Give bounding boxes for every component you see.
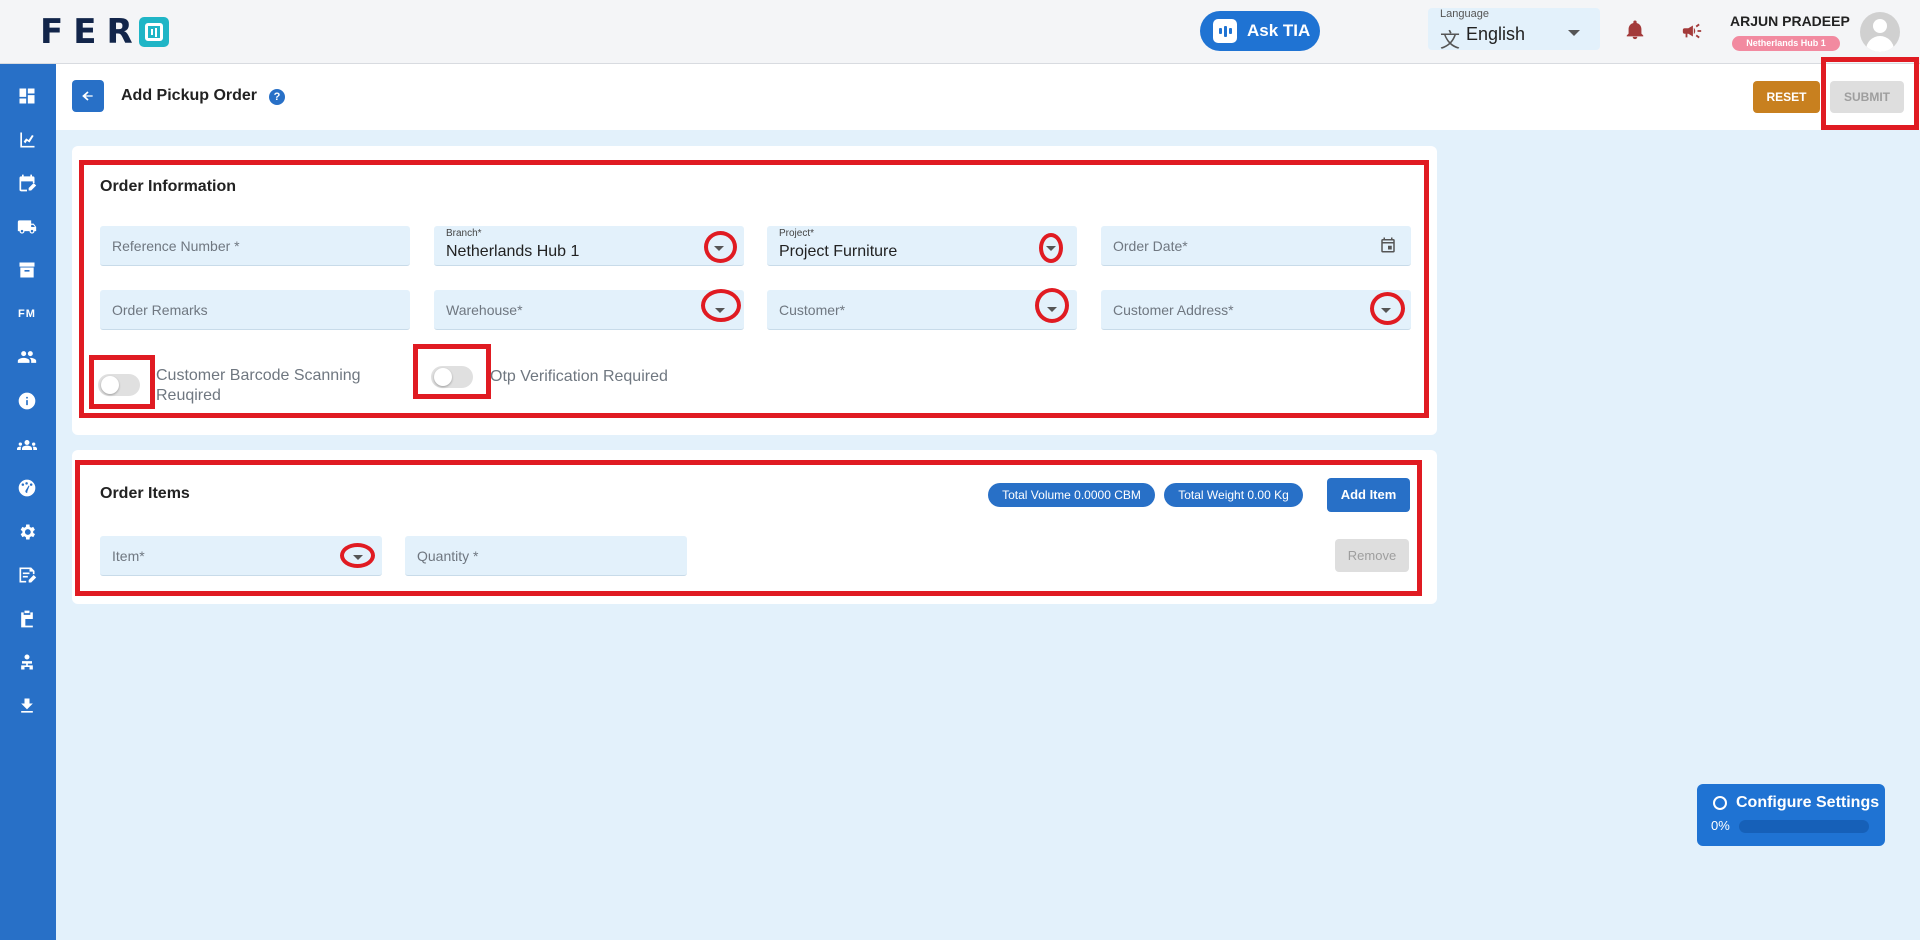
analytics-icon[interactable] (16, 129, 38, 151)
chevron-down-icon[interactable] (1047, 307, 1057, 312)
help-icon[interactable]: ? (269, 89, 285, 105)
arrow-back-icon (82, 91, 93, 101)
dashboard-icon[interactable] (16, 85, 38, 107)
fm-label: FM (18, 308, 36, 320)
bell-icon[interactable] (1624, 18, 1646, 42)
order-items-card (72, 450, 1437, 604)
user-name: ARJUN PRADEEP (1730, 13, 1850, 29)
download-icon[interactable] (16, 695, 38, 717)
language-value: English (1466, 24, 1526, 44)
remove-button[interactable]: Remove (1335, 539, 1409, 572)
chevron-down-icon[interactable] (714, 246, 724, 251)
otp-verification-toggle[interactable] (431, 366, 473, 388)
fm-icon[interactable]: FM (16, 303, 38, 325)
customer-select[interactable]: Customer* (767, 290, 1077, 330)
warehouse-select[interactable]: Warehouse* (434, 290, 744, 330)
quantity-field[interactable]: Quantity * (405, 536, 687, 576)
configure-settings-widget[interactable]: Configure Settings 0% (1697, 784, 1885, 846)
dashboard-gauge-icon[interactable] (16, 477, 38, 499)
chevron-down-icon[interactable] (353, 555, 363, 560)
fero-logo[interactable]: FER (40, 12, 169, 52)
language-label: Language (1440, 8, 1489, 20)
order-items-title: Order Items (100, 485, 190, 502)
customer-address-select[interactable]: Customer Address* (1101, 290, 1411, 330)
project-select[interactable]: Project* Project Furniture (767, 226, 1077, 266)
info-icon[interactable] (16, 390, 38, 412)
project-value: Project Furniture (779, 243, 898, 260)
order-date-placeholder: Order Date* (1113, 238, 1188, 254)
chevron-down-icon[interactable] (1046, 246, 1056, 251)
order-remarks-placeholder: Order Remarks (112, 302, 208, 318)
chevron-down-icon[interactable] (1381, 308, 1391, 313)
configure-settings-title: Configure Settings (1736, 794, 1880, 811)
total-volume-badge: Total Volume 0.0000 CBM (988, 483, 1155, 507)
quantity-placeholder: Quantity * (417, 548, 479, 564)
customer-address-placeholder: Customer Address* (1113, 302, 1234, 318)
order-information-title: Order Information (100, 178, 237, 195)
reference-number-placeholder: Reference Number * (112, 238, 240, 254)
customer-placeholder: Customer* (779, 302, 846, 318)
translate-icon: 文 (1440, 28, 1460, 52)
edit-calendar-icon[interactable] (16, 172, 38, 194)
logo-mark-icon (138, 17, 169, 47)
ask-tia-icon (1213, 19, 1237, 43)
edit-note-icon[interactable] (16, 564, 38, 586)
sidebar: FM (0, 64, 56, 940)
page-title: Add Pickup Order (121, 87, 258, 104)
warehouse-placeholder: Warehouse* (446, 302, 523, 318)
back-button[interactable] (72, 80, 104, 112)
megaphone-icon[interactable] (1680, 20, 1704, 42)
calendar-icon[interactable] (1379, 236, 1397, 254)
avatar[interactable] (1860, 12, 1900, 52)
language-select[interactable]: Language 文 English (1428, 8, 1600, 52)
configure-settings-progress (1739, 820, 1869, 833)
users-icon[interactable] (16, 346, 38, 368)
project-label: Project* (779, 228, 815, 239)
page-header: Add Pickup Order ? RESET SUBMIT (56, 64, 1920, 130)
groups-icon[interactable] (16, 434, 38, 456)
branch-badge: Netherlands Hub 1 (1732, 36, 1840, 51)
chevron-down-icon (1568, 30, 1580, 36)
archive-icon[interactable] (16, 259, 38, 281)
branch-value: Netherlands Hub 1 (446, 243, 580, 260)
item-select[interactable]: Item* (100, 536, 382, 576)
top-bar: FER Ask TIA Language 文 English ARJUN PRA… (0, 0, 1920, 64)
total-weight-badge: Total Weight 0.00 Kg (1164, 483, 1303, 507)
settings-icon[interactable] (16, 521, 38, 543)
chevron-down-icon[interactable] (715, 308, 725, 313)
branch-select[interactable]: Branch* Netherlands Hub 1 (434, 226, 744, 266)
person-tree-icon[interactable] (16, 651, 38, 673)
item-placeholder: Item* (112, 548, 145, 564)
barcode-scanning-label: Customer Barcode Scanning Reuqired (156, 367, 361, 404)
ask-tia-label: Ask TIA (1247, 21, 1311, 40)
reset-button[interactable]: RESET (1753, 81, 1820, 113)
order-date-field[interactable]: Order Date* (1101, 226, 1411, 266)
truck-icon[interactable] (16, 216, 38, 238)
clipboard-icon[interactable] (16, 608, 38, 630)
ask-tia-button[interactable]: Ask TIA (1200, 11, 1320, 51)
order-remarks-field[interactable]: Order Remarks (100, 290, 410, 330)
add-item-button[interactable]: Add Item (1327, 478, 1410, 512)
otp-verification-label: Otp Verification Required (490, 368, 668, 385)
reference-number-field[interactable]: Reference Number * (100, 226, 410, 266)
circle-icon (1713, 796, 1727, 810)
logo-text: FER (40, 12, 143, 52)
configure-settings-percent: 0% (1711, 818, 1730, 833)
barcode-scanning-toggle[interactable] (98, 374, 140, 396)
submit-button[interactable]: SUBMIT (1830, 81, 1904, 113)
branch-label: Branch* (446, 228, 482, 239)
